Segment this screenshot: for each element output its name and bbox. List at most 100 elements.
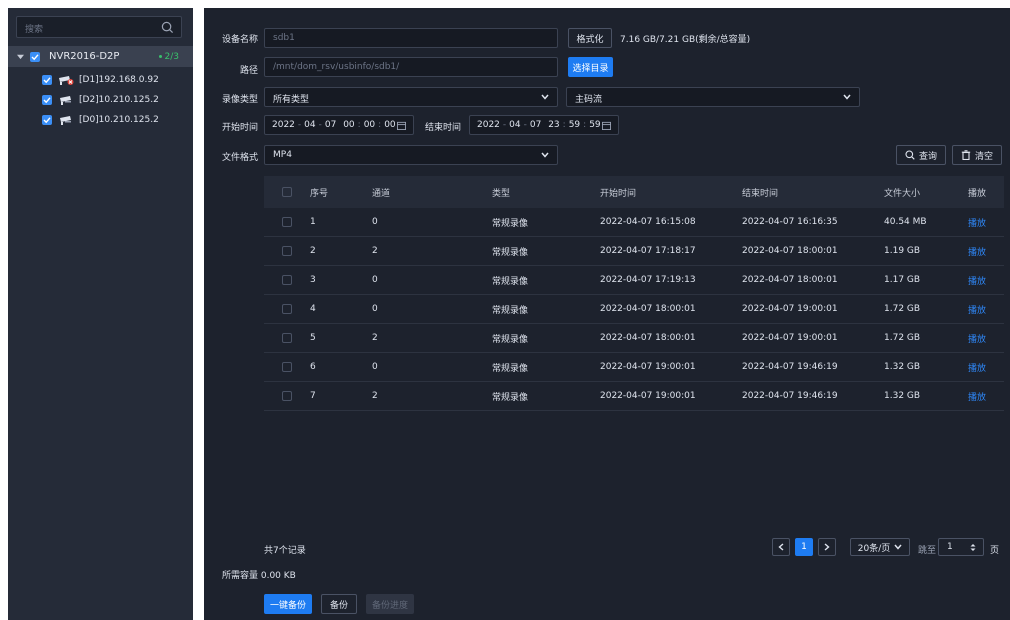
record-type-select[interactable]: 所有类型	[264, 87, 558, 107]
cell-type: 常规录像	[492, 392, 529, 403]
format-button[interactable]: 格式化	[568, 28, 612, 48]
tree-root-device[interactable]: NVR2016-D2P 2/3	[8, 46, 193, 67]
end-month[interactable]: 04	[509, 120, 520, 130]
header-play: 播放	[968, 188, 987, 199]
play-link[interactable]: 播放	[968, 208, 986, 236]
stream-type-value: 主码流	[575, 95, 603, 105]
cell-start-time: 2022-04-07 18:00:01	[600, 333, 696, 343]
path-field: /mnt/dom_rsv/usbinfo/sdb1/	[264, 57, 558, 77]
start-hour[interactable]: 00	[343, 120, 354, 130]
table-row[interactable]: 7 2 常规录像 2022-04-07 19:00:01 2022-04-07 19:4…	[264, 382, 1004, 411]
play-link[interactable]: 播放	[968, 382, 986, 410]
row-checkbox[interactable]	[282, 362, 292, 372]
tree-item-channel[interactable]: [D0]10.210.125.2	[8, 110, 193, 130]
header-start-time: 开始时间	[600, 188, 637, 199]
backup-button[interactable]: 备份	[321, 594, 357, 614]
cell-type: 常规录像	[492, 334, 529, 345]
end-hour[interactable]: 23	[548, 120, 559, 130]
row-checkbox-cell[interactable]	[282, 382, 292, 410]
select-directory-button[interactable]: 选择目录	[568, 57, 613, 77]
tree-item-channel[interactable]: [D2]10.210.125.2	[8, 90, 193, 110]
root-checkbox[interactable]	[30, 51, 40, 62]
start-month[interactable]: 04	[304, 120, 315, 130]
channel-checkbox[interactable]	[42, 115, 52, 125]
next-page-button[interactable]	[818, 538, 836, 556]
select-all-cell[interactable]	[282, 176, 292, 208]
select-all-checkbox[interactable]	[282, 187, 292, 197]
calendar-icon[interactable]	[602, 121, 611, 130]
start-second[interactable]: 00	[384, 120, 395, 130]
row-checkbox[interactable]	[282, 217, 292, 227]
end-second[interactable]: 59	[589, 120, 600, 130]
table-row[interactable]: 3 0 常规录像 2022-04-07 17:19:13 2022-04-07 18:0…	[264, 266, 1004, 295]
device-search-input[interactable]: 搜索	[16, 16, 182, 38]
play-link[interactable]: 播放	[968, 295, 986, 323]
cell-end-time: 2022-04-07 18:00:01	[742, 246, 838, 256]
start-time-label: 开始时间	[221, 123, 258, 133]
table-row[interactable]: 2 2 常规录像 2022-04-07 17:18:17 2022-04-07 18:0…	[264, 237, 1004, 266]
row-checkbox[interactable]	[282, 275, 292, 285]
cell-type: 常规录像	[492, 363, 529, 374]
row-checkbox-cell[interactable]	[282, 237, 292, 265]
cell-channel: 2	[372, 246, 378, 256]
table-row[interactable]: 4 0 常规录像 2022-04-07 18:00:01 2022-04-07 19:0…	[264, 295, 1004, 324]
start-minute[interactable]: 00	[364, 120, 375, 130]
search-icon[interactable]	[161, 21, 174, 34]
cell-type: 常规录像	[492, 276, 529, 287]
search-placeholder: 搜索	[25, 25, 44, 35]
play-link[interactable]: 播放	[968, 266, 986, 294]
expand-caret-icon[interactable]	[17, 53, 24, 60]
tree-item-channel[interactable]: [D1]192.168.0.92	[8, 70, 193, 90]
start-year[interactable]: 2022	[272, 120, 295, 130]
cell-channel: 2	[372, 391, 378, 401]
cell-index: 3	[310, 275, 316, 285]
clear-button[interactable]: 清空	[952, 145, 1002, 165]
query-button[interactable]: 查询	[896, 145, 946, 165]
channel-checkbox[interactable]	[42, 75, 52, 85]
header-type: 类型	[492, 188, 511, 199]
row-checkbox-cell[interactable]	[282, 208, 292, 236]
file-format-select[interactable]: MP4	[264, 145, 558, 165]
start-day[interactable]: 07	[325, 120, 336, 130]
calendar-icon[interactable]	[397, 121, 406, 130]
cell-file-size: 1.32 GB	[884, 391, 921, 401]
row-checkbox-cell[interactable]	[282, 295, 292, 323]
end-minute[interactable]: 59	[569, 120, 580, 130]
one-click-backup-button[interactable]: 一键备份	[264, 594, 312, 614]
play-link[interactable]: 播放	[968, 237, 986, 265]
end-time-picker[interactable]: 2022-04-07 23:59:59	[469, 115, 619, 135]
chevron-down-icon	[541, 94, 549, 100]
page-size-select[interactable]: 20条/页	[850, 538, 910, 556]
channel-checkbox[interactable]	[42, 95, 52, 105]
row-checkbox[interactable]	[282, 391, 292, 401]
play-link[interactable]: 播放	[968, 324, 986, 352]
row-checkbox[interactable]	[282, 333, 292, 343]
table-row[interactable]: 1 0 常规录像 2022-04-07 16:15:08 2022-04-07 16:1…	[264, 208, 1004, 237]
cell-index: 2	[310, 246, 316, 256]
cell-start-time: 2022-04-07 18:00:01	[600, 304, 696, 314]
stream-type-select[interactable]: 主码流	[566, 87, 860, 107]
channel-label: [D0]10.210.125.2	[79, 115, 159, 125]
cell-file-size: 1.19 GB	[884, 246, 921, 256]
row-checkbox[interactable]	[282, 304, 292, 314]
cell-index: 7	[310, 391, 316, 401]
chevron-down-icon	[894, 544, 902, 550]
end-day[interactable]: 07	[530, 120, 541, 130]
page-number-button[interactable]: 1	[795, 538, 813, 556]
table-row[interactable]: 5 2 常规录像 2022-04-07 18:00:01 2022-04-07 19:0…	[264, 324, 1004, 353]
spinner-icon[interactable]	[970, 543, 976, 552]
row-checkbox-cell[interactable]	[282, 324, 292, 352]
cell-start-time: 2022-04-07 19:00:01	[600, 362, 696, 372]
table-row[interactable]: 6 0 常规录像 2022-04-07 19:00:01 2022-04-07 19:4…	[264, 353, 1004, 382]
prev-page-button[interactable]	[772, 538, 790, 556]
row-checkbox-cell[interactable]	[282, 353, 292, 381]
end-year[interactable]: 2022	[477, 120, 500, 130]
cell-start-time: 2022-04-07 17:18:17	[600, 246, 696, 256]
row-checkbox-cell[interactable]	[282, 266, 292, 294]
channel-label: [D1]192.168.0.92	[79, 75, 159, 85]
play-link[interactable]: 播放	[968, 353, 986, 381]
row-checkbox[interactable]	[282, 246, 292, 256]
goto-page-input[interactable]: 1	[938, 538, 984, 556]
start-time-picker[interactable]: 2022-04-07 00:00:00	[264, 115, 414, 135]
device-name-field: sdb1	[264, 28, 558, 48]
